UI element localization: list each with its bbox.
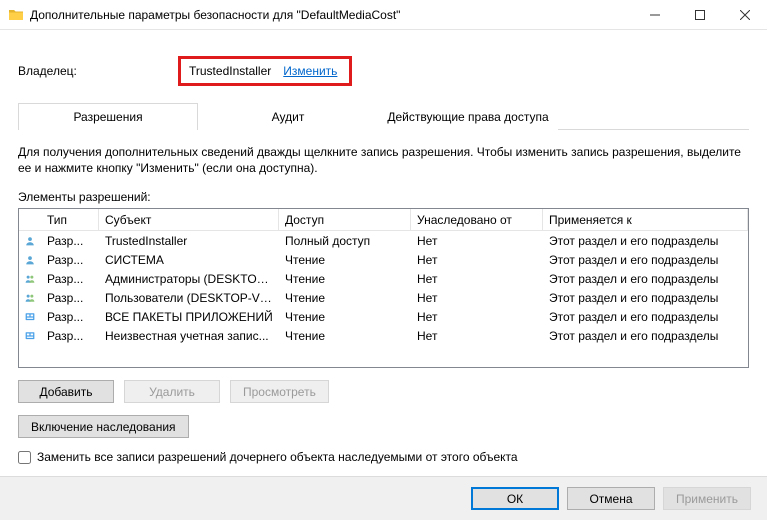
row-access: Чтение — [279, 272, 411, 286]
tabs: Разрешения Аудит Действующие права досту… — [18, 102, 749, 130]
owner-row: Владелец: TrustedInstaller Изменить — [18, 56, 749, 86]
view-button: Просмотреть — [230, 380, 329, 403]
col-type[interactable]: Тип — [41, 209, 99, 230]
dialog-footer: ОК Отмена Применить — [0, 476, 767, 520]
row-icon — [19, 328, 41, 344]
row-access: Чтение — [279, 310, 411, 324]
row-access: Чтение — [279, 253, 411, 267]
row-type: Разр... — [41, 272, 99, 286]
table-row[interactable]: Разр...СИСТЕМАЧтениеНетЭтот раздел и его… — [19, 250, 748, 269]
row-applies: Этот раздел и его подразделы — [543, 234, 748, 248]
replace-checkbox-row: Заменить все записи разрешений дочернего… — [18, 450, 749, 464]
permissions-list-label: Элементы разрешений: — [18, 190, 749, 204]
row-icon — [19, 252, 41, 268]
row-type: Разр... — [41, 253, 99, 267]
row-subject: ВСЕ ПАКЕТЫ ПРИЛОЖЕНИЙ — [99, 310, 279, 324]
row-applies: Этот раздел и его подразделы — [543, 272, 748, 286]
minimize-icon — [650, 10, 660, 20]
row-inherited: Нет — [411, 310, 543, 324]
row-type: Разр... — [41, 310, 99, 324]
row-applies: Этот раздел и его подразделы — [543, 329, 748, 343]
table-row[interactable]: Разр...Администраторы (DESKTOP-...Чтение… — [19, 269, 748, 288]
tab-effective-access[interactable]: Действующие права доступа — [378, 103, 558, 130]
tab-audit[interactable]: Аудит — [198, 103, 378, 130]
table-row[interactable]: Разр...Пользователи (DESKTOP-VN...Чтение… — [19, 288, 748, 307]
row-applies: Этот раздел и его подразделы — [543, 253, 748, 267]
row-subject: TrustedInstaller — [99, 234, 279, 248]
row-icon — [19, 233, 41, 249]
row-type: Разр... — [41, 291, 99, 305]
table-row[interactable]: Разр...ВСЕ ПАКЕТЫ ПРИЛОЖЕНИЙЧтениеНетЭто… — [19, 307, 748, 326]
apply-button: Применить — [663, 487, 751, 510]
col-inherited[interactable]: Унаследовано от — [411, 209, 543, 230]
maximize-button[interactable] — [677, 0, 722, 29]
row-subject: Администраторы (DESKTOP-... — [99, 272, 279, 286]
owner-highlight-box: TrustedInstaller Изменить — [178, 56, 352, 86]
hint-text: Для получения дополнительных сведений дв… — [18, 144, 749, 176]
replace-child-permissions-checkbox[interactable] — [18, 451, 31, 464]
row-inherited: Нет — [411, 234, 543, 248]
list-button-row: Добавить Удалить Просмотреть — [18, 380, 749, 403]
table-row[interactable]: Разр...Неизвестная учетная запис...Чтени… — [19, 326, 748, 345]
row-access: Чтение — [279, 329, 411, 343]
col-subject[interactable]: Субъект — [99, 209, 279, 230]
dialog-content: Владелец: TrustedInstaller Изменить Разр… — [0, 30, 767, 464]
remove-button: Удалить — [124, 380, 220, 403]
inherit-button-row: Включение наследования — [18, 415, 749, 438]
ok-button[interactable]: ОК — [471, 487, 559, 510]
close-icon — [740, 10, 750, 20]
window-title: Дополнительные параметры безопасности дл… — [30, 8, 632, 22]
window-controls — [632, 0, 767, 29]
col-applies[interactable]: Применяется к — [543, 209, 748, 230]
row-icon — [19, 290, 41, 306]
owner-label: Владелец: — [18, 64, 178, 78]
titlebar: Дополнительные параметры безопасности дл… — [0, 0, 767, 30]
row-inherited: Нет — [411, 253, 543, 267]
enable-inheritance-button[interactable]: Включение наследования — [18, 415, 189, 438]
row-inherited: Нет — [411, 291, 543, 305]
close-button[interactable] — [722, 0, 767, 29]
add-button[interactable]: Добавить — [18, 380, 114, 403]
minimize-button[interactable] — [632, 0, 677, 29]
row-inherited: Нет — [411, 329, 543, 343]
row-applies: Этот раздел и его подразделы — [543, 291, 748, 305]
change-owner-link[interactable]: Изменить — [283, 64, 337, 78]
permissions-list-header: Тип Субъект Доступ Унаследовано от Приме… — [19, 209, 748, 231]
permissions-list-body: Разр...TrustedInstallerПолный доступНетЭ… — [19, 231, 748, 345]
row-subject: Неизвестная учетная запис... — [99, 329, 279, 343]
row-subject: Пользователи (DESKTOP-VN... — [99, 291, 279, 305]
cancel-button[interactable]: Отмена — [567, 487, 655, 510]
row-type: Разр... — [41, 234, 99, 248]
tab-permissions[interactable]: Разрешения — [18, 103, 198, 130]
row-access: Полный доступ — [279, 234, 411, 248]
row-subject: СИСТЕМА — [99, 253, 279, 267]
row-icon — [19, 309, 41, 325]
permissions-list[interactable]: Тип Субъект Доступ Унаследовано от Приме… — [18, 208, 749, 368]
table-row[interactable]: Разр...TrustedInstallerПолный доступНетЭ… — [19, 231, 748, 250]
row-applies: Этот раздел и его подразделы — [543, 310, 748, 324]
row-inherited: Нет — [411, 272, 543, 286]
owner-name: TrustedInstaller — [189, 64, 271, 78]
replace-child-permissions-label: Заменить все записи разрешений дочернего… — [37, 450, 518, 464]
row-access: Чтение — [279, 291, 411, 305]
folder-icon — [8, 7, 24, 23]
row-icon — [19, 271, 41, 287]
row-type: Разр... — [41, 329, 99, 343]
maximize-icon — [695, 10, 705, 20]
col-access[interactable]: Доступ — [279, 209, 411, 230]
col-icon[interactable] — [19, 209, 41, 230]
